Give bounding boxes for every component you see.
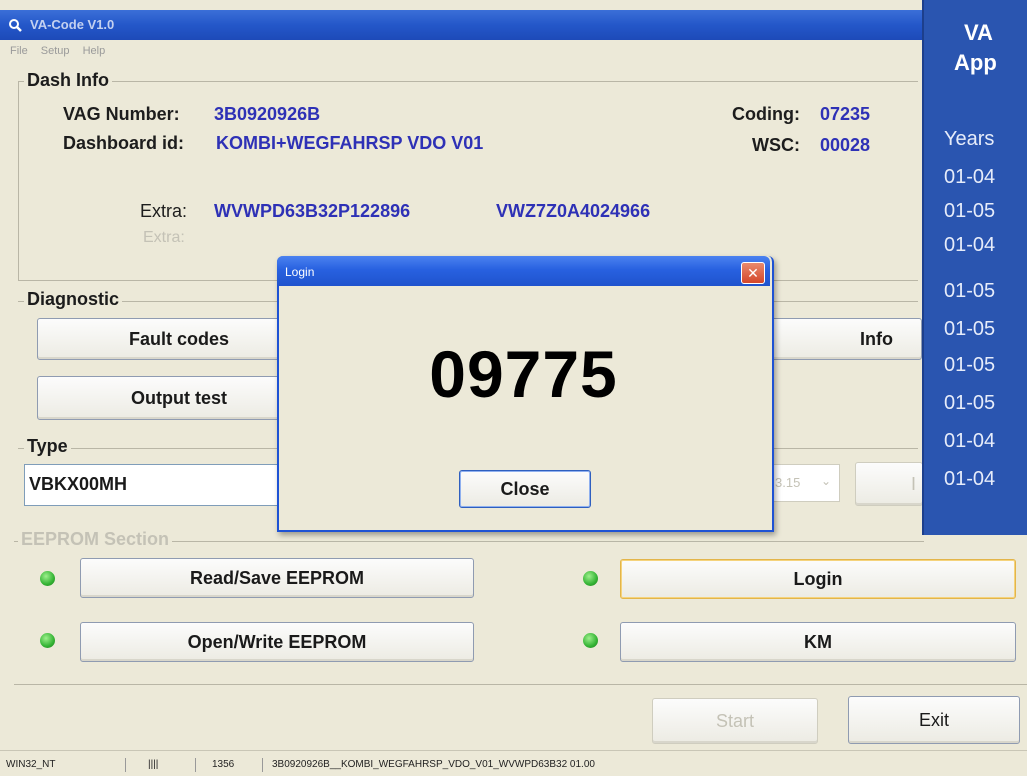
info-button[interactable]: Info <box>770 318 922 360</box>
years-label: Years <box>944 128 995 150</box>
vag-number-value: 3B0920926B <box>214 104 321 124</box>
chevron-down-icon: ⌄ <box>821 474 832 488</box>
status-separator <box>262 758 263 772</box>
diagnostic-title: Diagnostic <box>24 289 123 310</box>
extra-value-1: WVWPD63B32P122896 <box>214 201 411 221</box>
dashboard-id-value: KOMBI+WEGFAHRSP VDO V01 <box>216 133 484 153</box>
window-title: VA-Code V1.0 <box>30 17 115 32</box>
write-eeprom-status-led <box>40 633 55 648</box>
type-right-button[interactable]: I <box>855 462 923 506</box>
close-icon[interactable]: ✕ <box>741 262 765 284</box>
type-input-value: VBKX00MH <box>29 474 128 494</box>
side-info-panel: VA App Years 01-04 01-05 01-04 01-05 01-… <box>922 0 1027 535</box>
menu-setup[interactable]: Setup <box>41 45 70 57</box>
year-row: 01-05 <box>944 392 996 414</box>
side-panel-heading-1: VA <box>964 20 993 45</box>
year-row: 01-04 <box>944 468 996 490</box>
vag-number-label: VAG Number: <box>63 104 180 124</box>
year-row: 01-05 <box>944 200 996 222</box>
login-dialog-title: Login <box>285 265 315 279</box>
menu-bar: File Setup Help <box>0 40 940 60</box>
start-button[interactable]: Start <box>652 698 818 744</box>
year-row: 01-04 <box>944 430 996 452</box>
year-row: 01-05 <box>944 318 996 340</box>
type-input[interactable]: VBKX00MH <box>24 464 292 506</box>
dash-info-frame <box>18 81 918 82</box>
title-bar[interactable]: VA-Code V1.0 <box>0 10 940 40</box>
read-eeprom-status-led <box>40 571 55 586</box>
eeprom-title: EEPROM Section <box>18 529 173 550</box>
status-os: WIN32_NT <box>6 759 56 770</box>
dash-info-frame-left <box>18 81 20 281</box>
year-row: 01-04 <box>944 166 996 188</box>
info-button-label: Info <box>860 329 893 349</box>
status-bar: WIN32_NT |||| 1356 3B0920926B__KOMBI_WEG… <box>0 750 1027 776</box>
login-dialog-titlebar[interactable]: Login <box>277 256 770 286</box>
status-info: 3B0920926B__KOMBI_WEGFAHRSP_VDO_V01_WVWP… <box>272 759 595 770</box>
open-write-eeprom-button[interactable]: Open/Write EEPROM <box>80 622 474 662</box>
actions-divider <box>14 684 1027 685</box>
status-separator <box>125 758 126 772</box>
year-row: 01-05 <box>944 280 996 302</box>
year-row: 01-04 <box>944 234 996 256</box>
menu-help[interactable]: Help <box>83 45 106 57</box>
login-code: 09775 <box>429 337 618 411</box>
login-status-led <box>583 571 598 586</box>
side-panel-heading-2: App <box>954 50 997 75</box>
extra2-label: Extra: <box>143 229 185 246</box>
magnifier-icon <box>9 19 22 32</box>
type-right-button-label: I <box>910 474 916 494</box>
km-status-led <box>583 633 598 648</box>
coding-value: 07235 <box>820 104 871 124</box>
year-row: 01-05 <box>944 354 996 376</box>
type-title: Type <box>24 436 71 457</box>
status-number: 1356 <box>212 759 235 770</box>
version-select-value: 3.15 <box>775 475 801 490</box>
login-button[interactable]: Login <box>620 559 1016 599</box>
status-separator <box>195 758 196 772</box>
wsc-label: WSC: <box>752 135 800 155</box>
exit-button[interactable]: Exit <box>848 696 1020 744</box>
extra-value-2: VWZ7Z0A4024966 <box>496 201 651 221</box>
read-save-eeprom-button[interactable]: Read/Save EEPROM <box>80 558 474 598</box>
extra-label: Extra: <box>140 201 188 221</box>
dashboard-id-label: Dashboard id: <box>63 133 185 153</box>
menu-file[interactable]: File <box>10 45 28 57</box>
km-button[interactable]: KM <box>620 622 1016 662</box>
status-bars: |||| <box>148 759 159 770</box>
coding-label: Coding: <box>732 104 800 124</box>
version-select[interactable]: 3.15 ⌄ <box>768 464 840 502</box>
dash-info-title: Dash Info <box>24 70 113 91</box>
login-close-button[interactable]: Close <box>459 470 591 508</box>
wsc-value: 00028 <box>820 135 871 155</box>
